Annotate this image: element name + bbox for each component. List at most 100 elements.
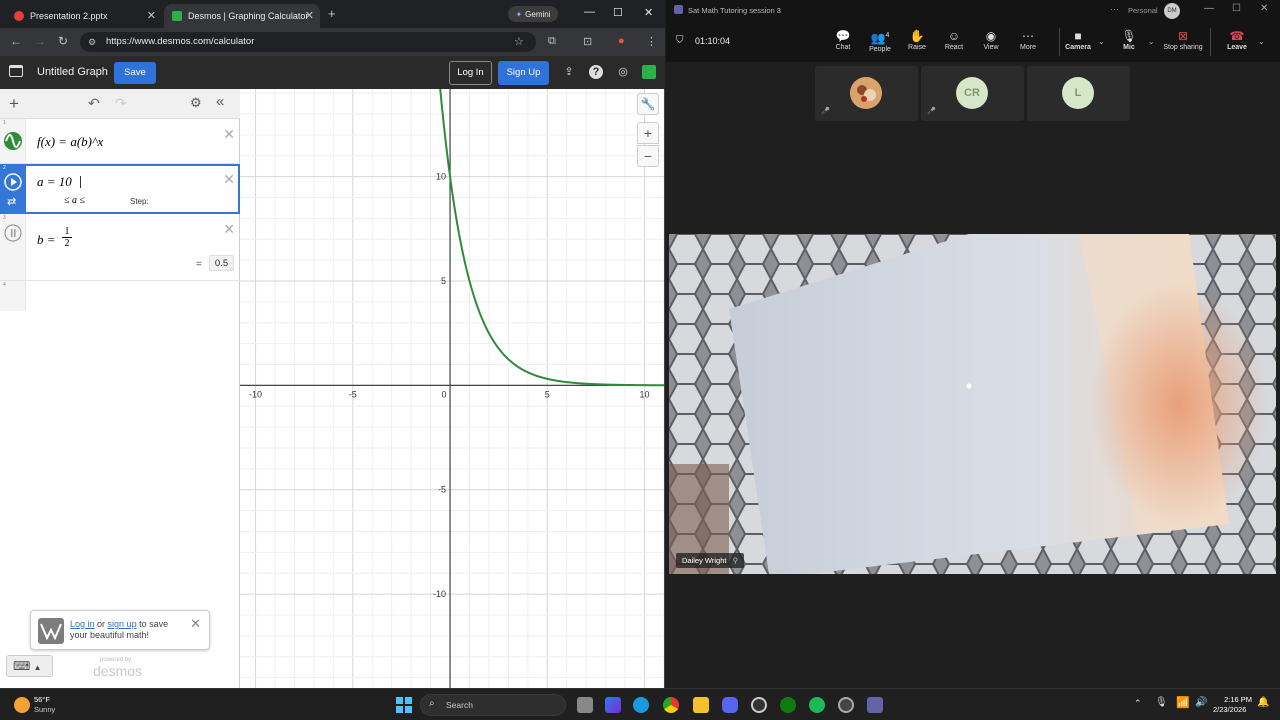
graph-title[interactable]: Untitled Graph xyxy=(37,66,108,78)
task-view-icon[interactable] xyxy=(577,697,593,713)
show-hidden-icons-chevron-icon[interactable]: ⌃ xyxy=(1134,698,1142,709)
raise-hand-button[interactable]: ✋ Raise xyxy=(899,28,935,58)
steam-icon[interactable] xyxy=(838,697,854,713)
delete-expression-icon[interactable]: ✕ xyxy=(223,221,235,238)
file-explorer-icon[interactable] xyxy=(693,697,709,713)
clock-time[interactable]: 2:16 PM xyxy=(1222,695,1252,704)
expression-row-slider-a[interactable]: 2 ⇄ a = 10 ≤ a ≤ Step: ✕ xyxy=(0,164,240,214)
reload-icon[interactable]: ↻ xyxy=(58,34,68,48)
play-slider-icon[interactable] xyxy=(4,224,22,242)
pin-icon[interactable]: ⚲ xyxy=(733,556,739,565)
function-expression[interactable]: f(x) = a(b)^x xyxy=(37,134,103,150)
more-button[interactable]: ⋯ More xyxy=(1010,28,1046,58)
camera-options-chevron-icon[interactable]: ⌄ xyxy=(1098,37,1105,46)
mic-button[interactable]: 🎙 Mic xyxy=(1111,28,1147,58)
notification-bell-icon[interactable]: 🔔 xyxy=(1257,697,1269,708)
chrome-browser-icon[interactable] xyxy=(663,697,679,713)
participant-tile[interactable]: CR 🎤 xyxy=(921,66,1024,121)
view-button[interactable]: ◉ View xyxy=(973,28,1009,58)
delete-expression-icon[interactable]: ✕ xyxy=(223,171,235,188)
weather-sun-icon[interactable] xyxy=(14,697,30,713)
new-tab-icon[interactable]: + xyxy=(328,6,336,21)
undo-icon[interactable]: ↶ xyxy=(88,95,100,112)
gemini-button[interactable]: ✦ Gemini xyxy=(508,6,558,22)
language-globe-icon[interactable]: ◎ xyxy=(616,65,630,79)
discord-icon[interactable] xyxy=(722,697,738,713)
screenshot-icon[interactable]: ⊡ xyxy=(583,35,592,48)
add-item-icon[interactable]: + xyxy=(9,94,19,114)
spotify-icon[interactable] xyxy=(809,697,825,713)
teams-icon[interactable] xyxy=(867,697,883,713)
address-bar[interactable]: ⚙ https://www.desmos.com/calculator xyxy=(80,32,536,52)
back-arrow-icon[interactable]: ← xyxy=(10,34,22,48)
site-info-icon[interactable]: ⚙ xyxy=(88,32,96,52)
wifi-icon[interactable]: 📶 xyxy=(1176,696,1190,709)
participant-tile[interactable]: L xyxy=(1027,66,1130,121)
close-tab-icon[interactable]: ✕ xyxy=(147,9,156,22)
collapse-panel-icon[interactable]: « xyxy=(216,93,224,110)
account-avatar[interactable]: DM xyxy=(1164,3,1180,19)
react-button[interactable]: ☺ React xyxy=(936,28,972,58)
extensions-icon[interactable]: ⧉ xyxy=(548,35,556,48)
close-tab-icon[interactable]: ✕ xyxy=(305,9,314,22)
share-icon[interactable]: ⇪ xyxy=(562,65,576,79)
minimize-icon[interactable]: — xyxy=(1204,3,1214,14)
graph-settings-wrench-icon[interactable]: 🔧 xyxy=(637,93,659,115)
slider-bounds[interactable]: ≤ a ≤ xyxy=(64,195,85,206)
close-window-icon[interactable]: ✕ xyxy=(1260,3,1268,14)
volume-icon[interactable]: 🔊 xyxy=(1195,697,1207,708)
profile-icon[interactable]: ● xyxy=(618,35,625,47)
variable-b[interactable]: b = xyxy=(37,232,56,248)
weather-temperature[interactable]: 56°F xyxy=(34,695,50,704)
bookmark-star-icon[interactable]: ☆ xyxy=(514,35,524,48)
participant-tile[interactable]: 🎤 xyxy=(815,66,918,121)
toast-close-icon[interactable]: ✕ xyxy=(190,616,201,632)
toast-login-link[interactable]: Log in xyxy=(70,619,95,629)
more-dots-icon[interactable]: ⋯ xyxy=(1110,4,1119,15)
signup-button[interactable]: Sign Up xyxy=(498,61,549,85)
maximize-icon[interactable]: ☐ xyxy=(613,6,623,19)
expression-row-function[interactable]: 1 f(x) = a(b)^x ✕ xyxy=(0,119,240,164)
xbox-icon[interactable] xyxy=(780,697,796,713)
keyboard-toggle-button[interactable]: ⌨ ▲ xyxy=(6,655,53,677)
expression-row-empty[interactable]: 4 xyxy=(0,281,240,311)
expression-row-b[interactable]: 3 b = 1 2 = 0.5 ✕ xyxy=(0,214,240,281)
zoom-out-button[interactable]: − xyxy=(637,145,659,167)
delete-expression-icon[interactable]: ✕ xyxy=(223,126,235,143)
close-window-icon[interactable]: ✕ xyxy=(644,6,653,19)
microphone-tray-icon[interactable]: 🎙 xyxy=(1155,697,1168,708)
graph-paper[interactable]: -10 -5 0 5 10 -10 -5 5 10 🔧 + − xyxy=(240,89,664,688)
mic-options-chevron-icon[interactable]: ⌄ xyxy=(1148,37,1155,46)
people-button[interactable]: 👥4 People xyxy=(862,28,898,58)
graph-canvas[interactable]: -10 -5 0 5 10 -10 -5 5 10 xyxy=(240,89,664,688)
menu-kebab-icon[interactable]: ⋮ xyxy=(646,35,657,48)
clock-date[interactable]: 2/23/2026 xyxy=(1213,705,1246,714)
function-color-icon[interactable] xyxy=(3,131,23,151)
login-button[interactable]: Log In xyxy=(449,61,492,85)
edge-browser-icon[interactable] xyxy=(633,697,649,713)
slider-expression-a[interactable]: a = 10 xyxy=(37,174,72,190)
windows-start-icon[interactable] xyxy=(396,697,412,713)
toast-signup-link[interactable]: sign up xyxy=(108,619,137,629)
folder-menu-icon[interactable] xyxy=(9,65,23,77)
play-slider-icon[interactable] xyxy=(4,173,22,191)
copilot-icon[interactable] xyxy=(605,697,621,713)
save-button[interactable]: Save xyxy=(114,62,156,84)
tab-presentation[interactable]: Presentation 2.pptx ✕ xyxy=(6,4,162,28)
chatgpt-icon[interactable] xyxy=(751,697,767,713)
chat-button[interactable]: 💬 Chat xyxy=(825,28,861,58)
leave-button[interactable]: ☎ Leave xyxy=(1219,28,1255,58)
taskbar-search-box[interactable]: ⌕ Search xyxy=(420,694,566,716)
weather-description[interactable]: Sunny xyxy=(34,705,55,714)
loop-mode-icon[interactable]: ⇄ xyxy=(7,195,16,208)
stop-sharing-button[interactable]: ⊠ Stop sharing xyxy=(1160,28,1206,58)
redo-icon[interactable]: ↷ xyxy=(115,95,127,112)
tab-desmos[interactable]: Desmos | Graphing Calculator ✕ xyxy=(164,4,320,28)
settings-gear-icon[interactable]: ⚙ xyxy=(190,95,202,111)
zoom-in-button[interactable]: + xyxy=(637,122,659,144)
help-icon[interactable]: ? xyxy=(589,65,603,79)
leave-options-chevron-icon[interactable]: ⌄ xyxy=(1258,37,1265,46)
minimize-icon[interactable]: — xyxy=(584,6,595,18)
camera-button[interactable]: ■ Camera xyxy=(1060,28,1096,58)
maximize-icon[interactable]: ☐ xyxy=(1232,3,1241,14)
